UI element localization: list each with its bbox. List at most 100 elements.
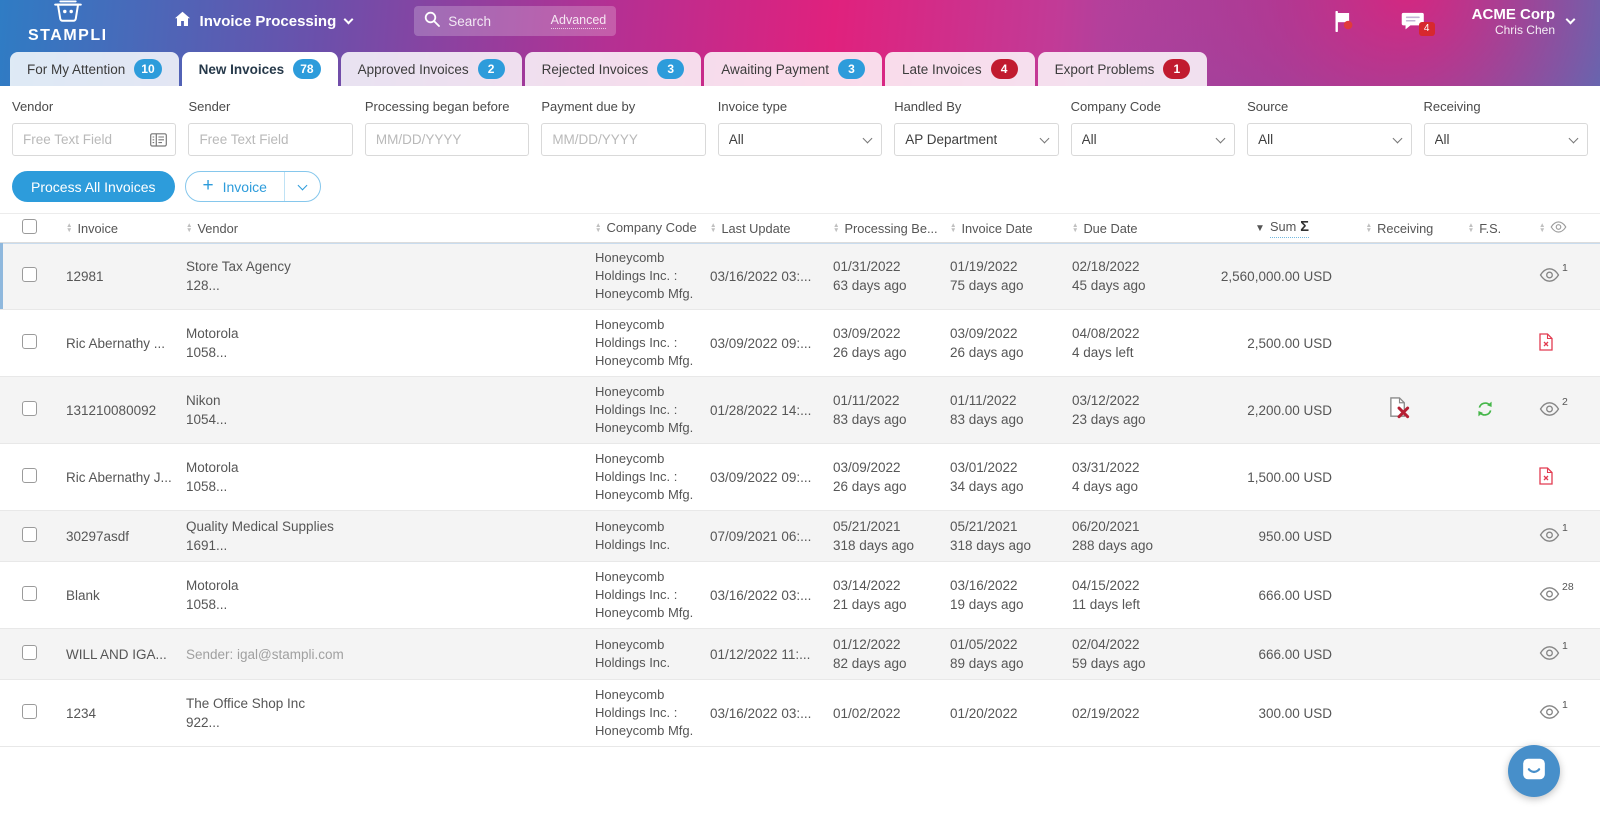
row-checkbox[interactable]	[22, 334, 37, 349]
views-eye-icon[interactable]	[1539, 587, 1560, 604]
company-code: Honeycomb Holdings Inc. : Honeycomb Mfg.	[581, 316, 699, 370]
invoice-row[interactable]: Ric Abernathy J...Motorola1058...Honeyco…	[0, 444, 1600, 511]
invoice-row[interactable]: Ric Abernathy ...Motorola1058...Honeycom…	[0, 310, 1600, 377]
flag-icon[interactable]	[1334, 11, 1354, 32]
row-checkbox[interactable]	[22, 468, 37, 483]
stampli-logo[interactable]: STAMPLI	[28, 0, 108, 44]
column-header-invoice[interactable]: ▲▼Invoice	[56, 221, 176, 236]
vendor-number: 1054...	[186, 410, 581, 429]
tab-approved-invoices[interactable]: Approved Invoices2	[341, 52, 522, 86]
invoice-row[interactable]: WILL AND IGA...Sender: igal@stampli.comH…	[0, 629, 1600, 680]
export-problem-doc-icon[interactable]	[1539, 473, 1553, 488]
filter-label: Company Code	[1071, 99, 1235, 114]
column-header-processing-began[interactable]: ▲▼Processing Be...	[821, 221, 939, 236]
stampli-robot-icon	[47, 0, 89, 27]
tab-awaiting-payment[interactable]: Awaiting Payment3	[704, 52, 882, 86]
sync-success-icon[interactable]	[1476, 406, 1494, 421]
filter-payment-due-by: Payment due by	[541, 99, 705, 156]
module-switcher[interactable]: Invoice Processing	[174, 11, 353, 31]
vendor-cell: Motorola1058...	[176, 324, 581, 362]
invoice-row[interactable]: 1234The Office Shop Inc922...Honeycomb H…	[0, 680, 1600, 747]
tab-late-invoices[interactable]: Late Invoices4	[885, 52, 1035, 86]
invoice-number: 131210080092	[56, 403, 176, 418]
filter-row: VendorSenderProcessing began beforePayme…	[0, 86, 1600, 156]
select-value: All	[729, 132, 744, 147]
views-eye-icon[interactable]	[1539, 528, 1560, 545]
row-checkbox[interactable]	[22, 704, 37, 719]
export-problem-doc-icon[interactable]	[1539, 339, 1553, 354]
form-list-icon[interactable]	[150, 133, 167, 152]
tab-export-problems[interactable]: Export Problems1	[1038, 52, 1208, 86]
filter-source: Source All	[1247, 99, 1411, 156]
views-eye-icon[interactable]	[1539, 705, 1560, 722]
invoice-type-select[interactable]: All	[718, 123, 882, 156]
search-box[interactable]: Advanced	[414, 6, 616, 36]
views-eye-icon[interactable]	[1539, 402, 1560, 419]
receiving-rejected-doc-icon[interactable]	[1388, 408, 1411, 423]
processing-began-before-input[interactable]	[366, 124, 528, 155]
invoice-row[interactable]: 12981Store Tax Agency128...Honeycomb Hol…	[0, 243, 1600, 310]
column-header-views[interactable]: ▲▼	[1527, 221, 1600, 236]
column-header-last-update[interactable]: ▲▼Last Update	[699, 221, 821, 236]
filter-label: Receiving	[1424, 99, 1588, 114]
column-header-fs[interactable]: ▲▼F.S.	[1442, 221, 1527, 236]
column-header-invoice-date[interactable]: ▲▼Invoice Date	[939, 221, 1059, 236]
vendor-name: Quality Medical Supplies	[186, 517, 581, 536]
row-checkbox[interactable]	[22, 401, 37, 416]
company-code-select[interactable]: All	[1071, 123, 1235, 156]
select-all-checkbox[interactable]	[22, 219, 37, 234]
invoice-row[interactable]: 30297asdfQuality Medical Supplies1691...…	[0, 511, 1600, 562]
filter-label: Source	[1247, 99, 1411, 114]
invoice-sum: 300.00 USD	[1207, 706, 1357, 721]
account-menu[interactable]: ACME Corp Chris Chen	[1472, 6, 1574, 37]
app-header: STAMPLI Invoice Processing Advanced 4	[0, 0, 1600, 86]
messages-icon[interactable]: 4	[1400, 11, 1426, 32]
views-eye-icon[interactable]	[1539, 268, 1560, 285]
processing-began: 03/09/202226 days ago	[821, 324, 939, 362]
row-checkbox[interactable]	[22, 645, 37, 660]
select-value: All	[1082, 132, 1097, 147]
sort-icon: ▲▼	[1539, 223, 1545, 233]
search-input[interactable]	[448, 14, 540, 29]
tab-new-invoices[interactable]: New Invoices78	[182, 52, 338, 86]
row-checkbox[interactable]	[22, 267, 37, 282]
invoice-sum: 950.00 USD	[1207, 529, 1357, 544]
chat-launcher[interactable]	[1508, 745, 1560, 797]
tab-rejected-invoices[interactable]: Rejected Invoices3	[525, 52, 702, 86]
handled-by-select[interactable]: AP Department	[894, 123, 1058, 156]
advanced-search-link[interactable]: Advanced	[551, 13, 607, 29]
process-all-invoices-button[interactable]: Process All Invoices	[12, 171, 175, 202]
source-select[interactable]: All	[1247, 123, 1411, 156]
column-header-receiving[interactable]: ▲▼Receiving	[1357, 221, 1442, 236]
views-count: 2	[1562, 396, 1568, 408]
vendor-name: The Office Shop Inc	[186, 694, 581, 713]
receiving-select[interactable]: All	[1424, 123, 1588, 156]
invoice-number: WILL AND IGA...	[56, 647, 176, 662]
chevron-down-icon	[344, 14, 354, 24]
processing-began: 01/31/202263 days ago	[821, 257, 939, 295]
processing-began: 03/09/202226 days ago	[821, 458, 939, 496]
invoice-row[interactable]: BlankMotorola1058...Honeycomb Holdings I…	[0, 562, 1600, 629]
vendor-name: Motorola	[186, 458, 581, 477]
views-eye-icon[interactable]	[1539, 646, 1560, 663]
sender-input[interactable]	[189, 124, 351, 155]
vendor-cell: Motorola1058...	[176, 576, 581, 614]
column-header-sum[interactable]: ▼SumΣ	[1207, 219, 1357, 238]
due-date: 04/08/20224 days left	[1059, 324, 1207, 362]
invoice-row[interactable]: 131210080092Nikon1054...Honeycomb Holdin…	[0, 377, 1600, 444]
tab-label: New Invoices	[199, 62, 285, 77]
column-header-company-code[interactable]: ▲▼Company Code	[581, 219, 699, 237]
column-header-vendor[interactable]: ▲▼Vendor	[176, 221, 581, 236]
select-value: All	[1435, 132, 1450, 147]
payment-due-by-input[interactable]	[542, 124, 704, 155]
row-checkbox[interactable]	[22, 527, 37, 542]
vendor-number: 922...	[186, 713, 581, 732]
row-checkbox[interactable]	[22, 586, 37, 601]
add-invoice-dropdown[interactable]	[284, 172, 320, 201]
column-header-due-date[interactable]: ▲▼Due Date	[1059, 221, 1207, 236]
tab-for-my-attention[interactable]: For My Attention10	[10, 52, 179, 86]
views-cell: 1	[1527, 705, 1600, 722]
plus-icon: +	[203, 175, 214, 197]
company-code: Honeycomb Holdings Inc.	[581, 636, 699, 672]
add-invoice-button[interactable]: + Invoice	[185, 171, 321, 202]
